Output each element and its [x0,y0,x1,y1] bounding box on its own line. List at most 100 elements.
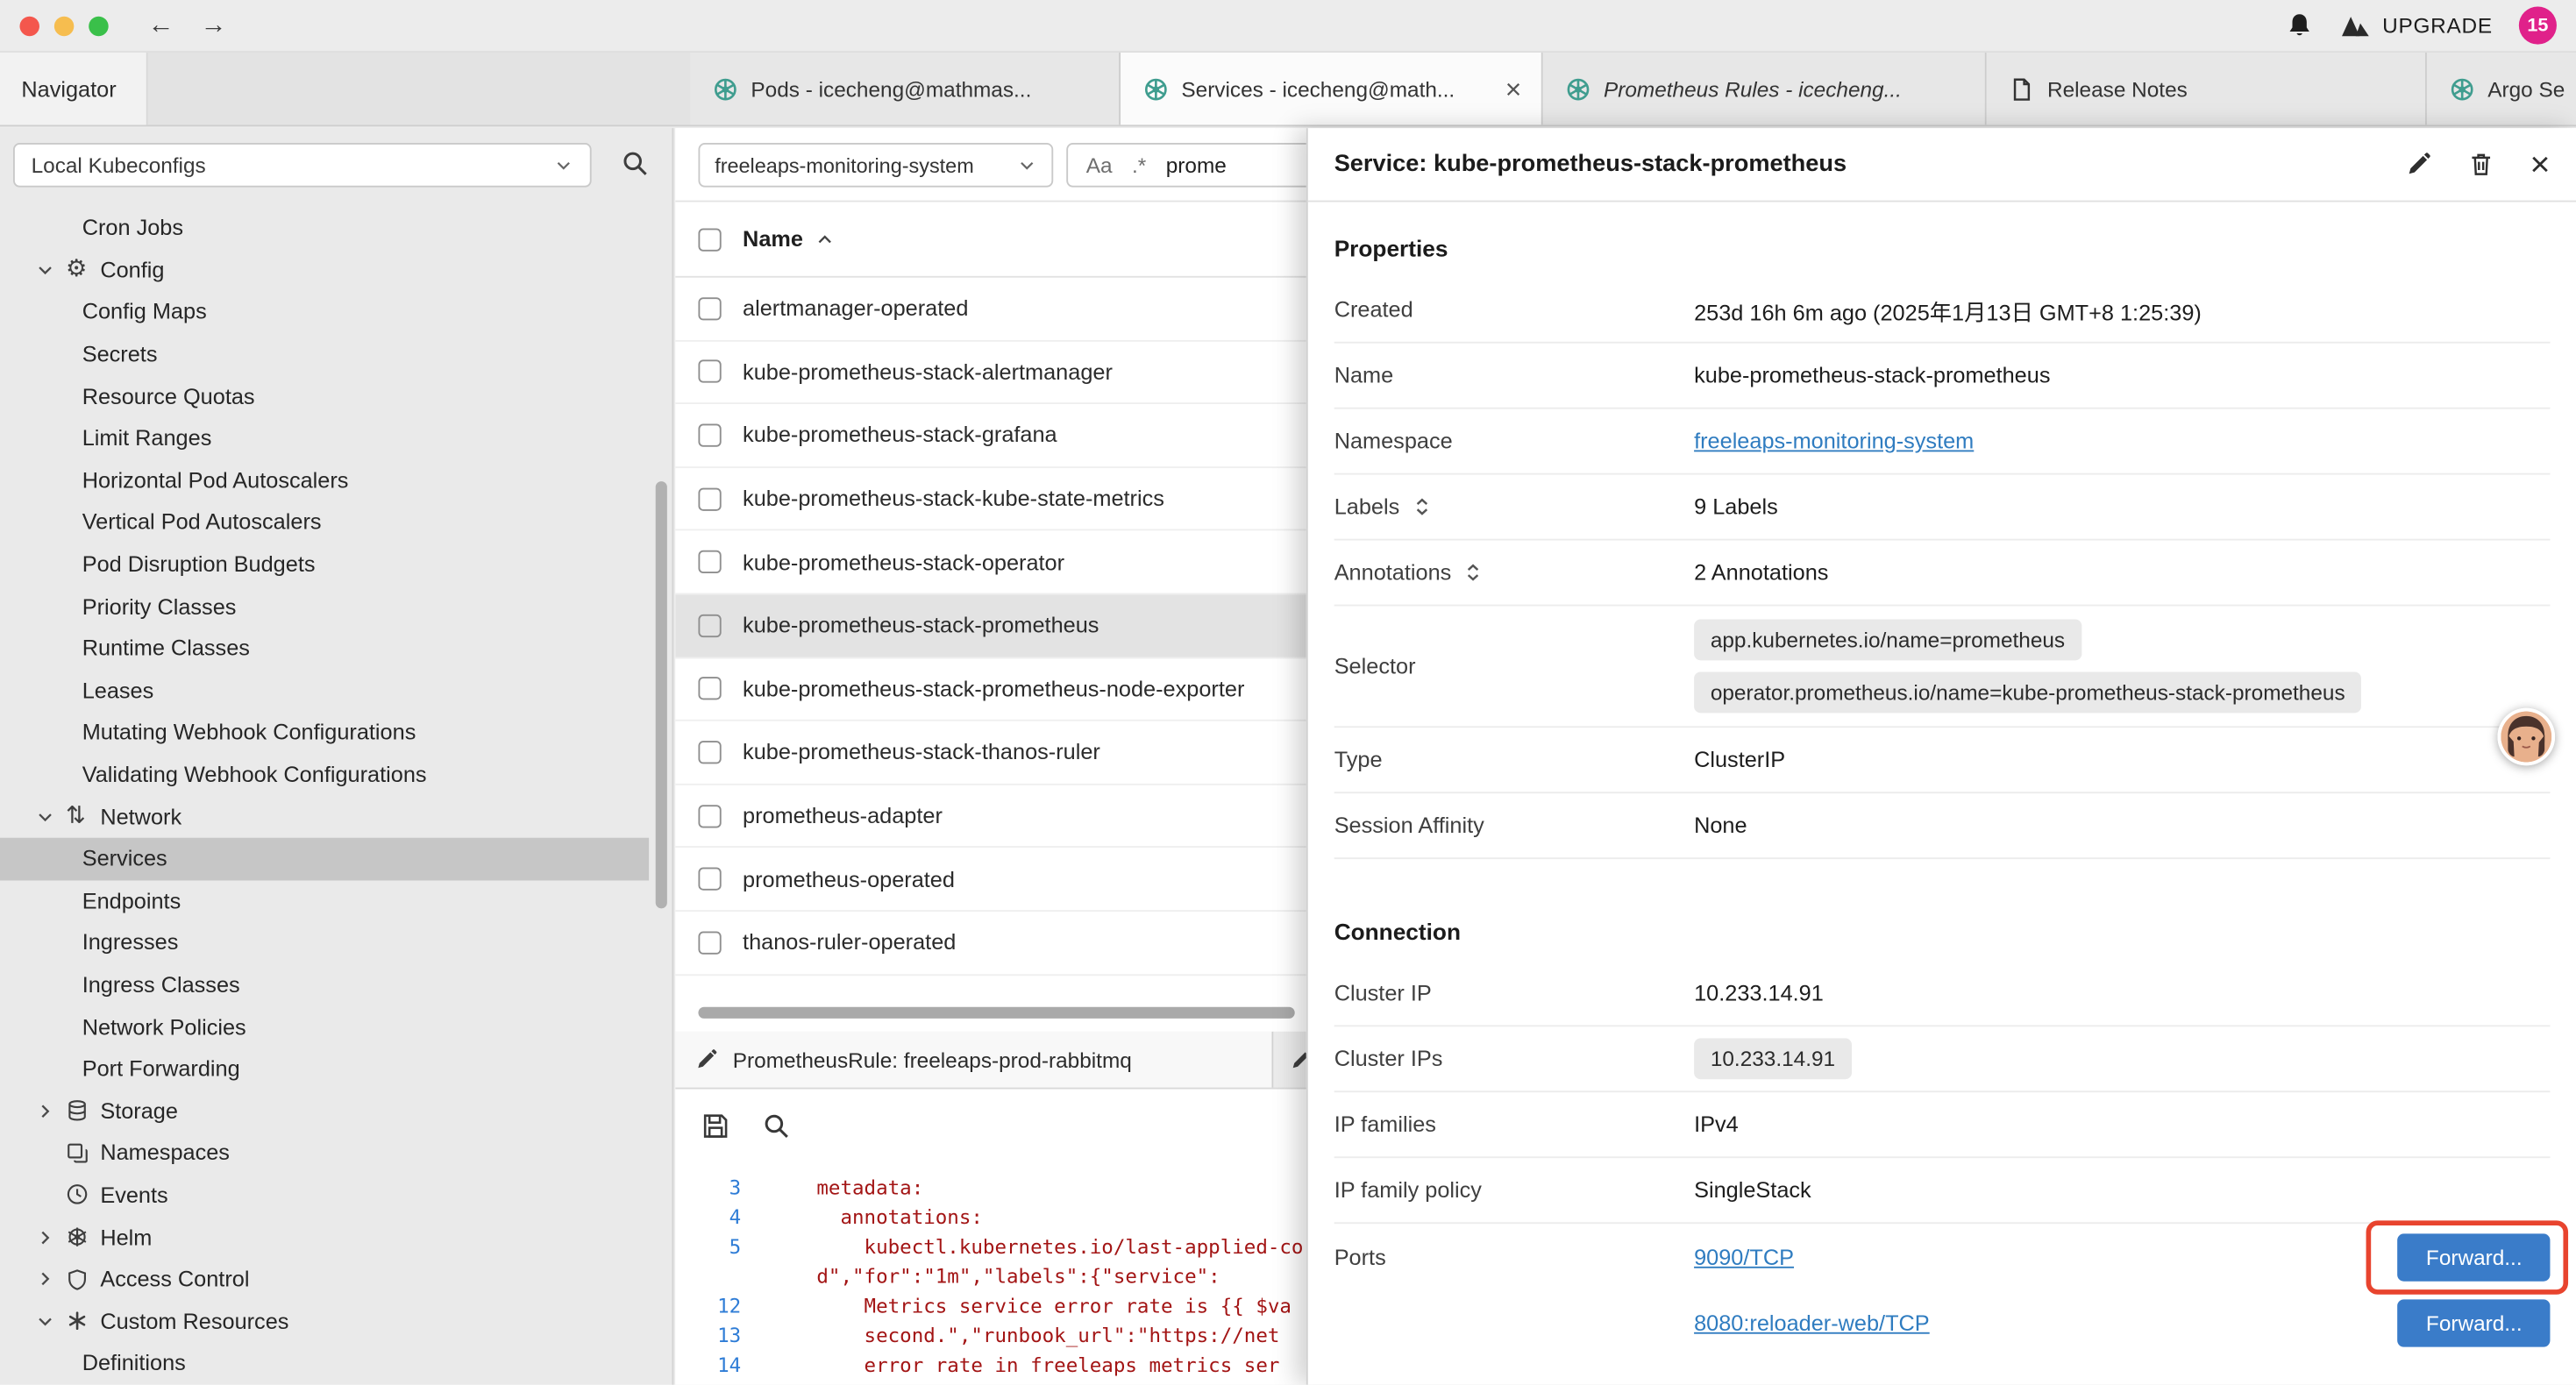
sidebar-item[interactable]: Config Maps [0,291,649,333]
sidebar-item-label: Definitions [82,1351,186,1375]
editor-tab[interactable]: Pods - icecheng@mathmas... [690,53,1121,124]
editor-tabs: Pods - icecheng@mathmas...Services - ice… [690,53,2576,124]
sidebar-item[interactable]: Namespaces [0,1132,649,1174]
upgrade-label: UPGRADE [2382,13,2493,38]
sidebar-item[interactable]: Pod Disruption Budgets [0,543,649,586]
detail-label: Labels [1334,494,1694,519]
name-column-header[interactable]: Name [743,227,835,252]
sidebar-item[interactable]: Limit Ranges [0,417,649,459]
sidebar-item-label: Ingresses [82,930,179,955]
sidebar-item-label: Port Forwarding [82,1056,240,1081]
save-button[interactable] [701,1112,729,1140]
notifications-bell-icon[interactable] [2286,11,2314,39]
namespace-selector[interactable]: freeleaps-monitoring-system [698,143,1053,188]
row-checkbox[interactable] [698,297,721,320]
namespace-selector-value: freeleaps-monitoring-system [715,153,974,176]
sidebar-item[interactable]: Horizontal Pod Autoscalers [0,459,649,501]
select-all-checkbox[interactable] [698,228,721,251]
edit-button[interactable] [2405,151,2431,177]
port-link[interactable]: 9090/TCP [1694,1245,1794,1269]
assistant-avatar[interactable] [2497,708,2555,766]
editor-search-button[interactable] [763,1112,791,1140]
namespaces-icon [66,1141,100,1164]
sidebar-item[interactable]: Access Control [0,1258,649,1300]
editor-tab[interactable]: Argo Se [2427,53,2576,124]
row-checkbox[interactable] [698,678,721,700]
search-icon[interactable] [621,150,649,178]
sidebar-item[interactable]: Storage [0,1090,649,1132]
sidebar-item[interactable]: Port Forwarding [0,1048,649,1090]
sidebar-item-label: Runtime Classes [82,636,250,661]
sidebar-item[interactable]: Resource Quotas [0,375,649,417]
service-name: kube-prometheus-stack-operator [743,550,1064,574]
sidebar-item[interactable]: Leases [0,670,649,712]
editor-tab[interactable]: Services - icecheng@math...× [1121,53,1543,124]
regex-toggle[interactable]: .* [1132,153,1146,177]
document-icon [2010,76,2034,101]
row-checkbox[interactable] [698,360,721,383]
row-checkbox[interactable] [698,423,721,446]
sidebar-item[interactable]: Endpoints [0,880,649,922]
forward-button[interactable]: → [201,11,227,40]
namespace-link[interactable]: freeleaps-monitoring-system [1694,429,1974,453]
row-checkbox[interactable] [698,804,721,827]
upgrade-button[interactable]: UPGRADE [2339,13,2492,38]
sidebar-item[interactable]: ⇅Network [0,796,649,838]
sidebar-scrollbar[interactable] [656,481,667,908]
sidebar-item[interactable]: Network Policies [0,1005,649,1048]
row-checkbox[interactable] [698,868,721,891]
unfold-icon[interactable] [1411,496,1432,517]
sidebar-item[interactable]: Custom Resources [0,1300,649,1342]
sidebar-item[interactable]: Helm [0,1216,649,1258]
zoom-window-button[interactable] [89,16,108,35]
sidebar-item[interactable]: Services [0,838,649,880]
chevron-slot [36,1143,66,1162]
notification-count-badge[interactable]: 15 [2519,6,2557,44]
forward-button[interactable]: Forward... [2398,1298,2550,1346]
editor-tab[interactable]: Prometheus Rules - icecheng... [1543,53,1987,124]
sidebar-item[interactable]: Ingresses [0,921,649,963]
chevron-right-icon[interactable] [36,1101,66,1120]
sidebar-item[interactable]: Priority Classes [0,586,649,628]
kubeconfig-selector[interactable]: Local Kubeconfigs [13,143,592,188]
forward-button[interactable]: Forward... [2398,1232,2550,1280]
port-link[interactable]: 8080:reloader-web/TCP [1694,1310,1930,1335]
tab-label: Argo Se [2487,76,2576,101]
sidebar-item[interactable]: Runtime Classes [0,628,649,670]
close-window-button[interactable] [19,16,39,35]
chevron-down-icon[interactable] [36,1311,66,1331]
service-name: thanos-ruler-operated [743,930,956,955]
sidebar-item-label: Network Policies [82,1014,246,1039]
chevron-down-icon[interactable] [36,806,66,826]
sidebar-item[interactable]: Mutating Webhook Configurations [0,712,649,754]
details-drawer: Service: kube-prometheus-stack-prometheu… [1306,128,2576,1385]
match-case-toggle[interactable]: Aa [1086,153,1113,177]
row-checkbox[interactable] [698,931,721,954]
navigator-tab[interactable]: Navigator [0,53,148,124]
chevron-right-icon[interactable] [36,1269,66,1289]
sidebar-item[interactable]: Secrets [0,333,649,375]
unfold-icon[interactable] [1462,562,1484,583]
editor-tab[interactable]: Release Notes [1987,53,2427,124]
row-checkbox[interactable] [698,614,721,636]
row-checkbox[interactable] [698,487,721,510]
minimize-window-button[interactable] [54,16,74,35]
ports-list: 9090/TCP Forward... 8080:reloader-web/TCP F… [1694,1224,2550,1355]
sidebar-item[interactable]: Events [0,1174,649,1216]
delete-button[interactable] [2467,151,2494,177]
sidebar-item[interactable]: ⚙Config [0,249,649,291]
sidebar-item[interactable]: Definitions [0,1342,649,1384]
tab-close-icon[interactable]: × [1502,75,1525,103]
sidebar-item[interactable]: Vertical Pod Autoscalers [0,501,649,543]
row-checkbox[interactable] [698,741,721,764]
back-button[interactable]: ← [148,11,174,40]
dock-tab-prometheusrule[interactable]: PrometheusRule: freeleaps-prod-rabbitmq [675,1032,1273,1088]
sidebar-item[interactable]: Ingress Classes [0,963,649,1005]
close-icon[interactable]: × [2530,147,2550,181]
chevron-down-icon[interactable] [36,260,66,280]
sidebar-item[interactable]: Validating Webhook Configurations [0,754,649,796]
horizontal-scrollbar[interactable] [698,1007,1294,1019]
chevron-right-icon[interactable] [36,1227,66,1246]
row-checkbox[interactable] [698,550,721,573]
sidebar-item[interactable]: Cron Jobs [0,207,649,249]
